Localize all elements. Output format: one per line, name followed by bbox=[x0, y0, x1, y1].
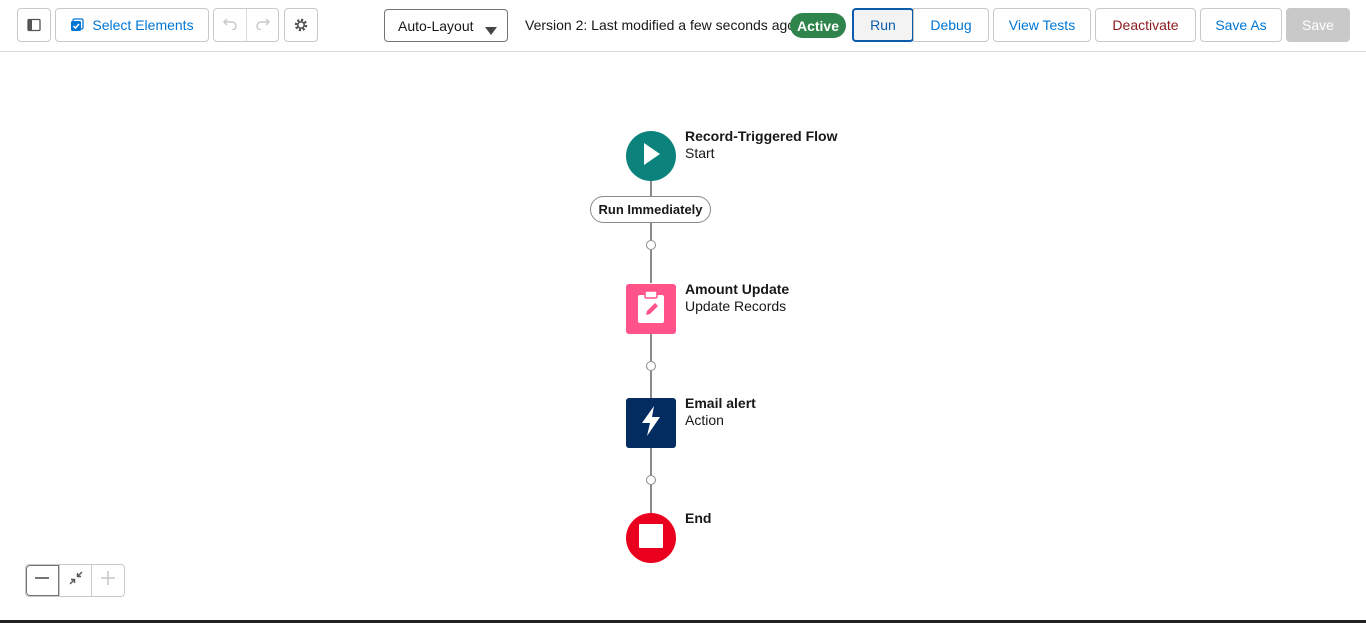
email-alert-subtitle: Action bbox=[685, 412, 724, 428]
version-status-text: Version 2: Last modified a few seconds a… bbox=[525, 17, 796, 33]
amount-update-label: Amount Update Update Records bbox=[685, 281, 789, 315]
amount-update-title: Amount Update bbox=[685, 281, 790, 297]
start-node-label: Record-Triggered Flow Start bbox=[685, 128, 837, 162]
chevron-down-icon bbox=[485, 22, 497, 38]
run-button[interactable]: Run bbox=[852, 8, 914, 42]
undo-icon bbox=[222, 16, 238, 35]
toggle-panel-button[interactable] bbox=[17, 8, 51, 42]
deactivate-button[interactable]: Deactivate bbox=[1095, 8, 1196, 42]
view-tests-button-label: View Tests bbox=[1008, 17, 1076, 33]
end-node-label: End bbox=[685, 510, 711, 527]
connector-line bbox=[650, 223, 652, 240]
start-node-title: Record-Triggered Flow bbox=[685, 128, 838, 144]
zoom-in-button[interactable] bbox=[91, 565, 124, 596]
play-icon bbox=[641, 142, 661, 171]
end-node-title: End bbox=[685, 510, 712, 526]
layout-select-value: Auto-Layout bbox=[398, 17, 474, 34]
clipboard-edit-icon bbox=[636, 289, 666, 329]
run-immediately-path-label[interactable]: Run Immediately bbox=[590, 196, 711, 223]
plus-icon bbox=[100, 570, 116, 591]
layout-select[interactable]: Auto-Layout bbox=[384, 9, 508, 42]
zoom-out-button[interactable] bbox=[26, 565, 59, 596]
add-element-node[interactable] bbox=[646, 475, 656, 485]
connector-line bbox=[650, 181, 652, 197]
select-elements-label: Select Elements bbox=[92, 17, 194, 33]
email-alert-label: Email alert Action bbox=[685, 395, 756, 429]
redo-icon bbox=[255, 16, 271, 35]
gear-icon bbox=[293, 17, 309, 33]
select-elements-button[interactable]: Select Elements bbox=[55, 8, 209, 42]
save-as-button[interactable]: Save As bbox=[1200, 8, 1282, 42]
save-button-label: Save bbox=[1302, 17, 1334, 33]
redo-button[interactable] bbox=[246, 9, 278, 41]
deactivate-button-label: Deactivate bbox=[1112, 17, 1179, 33]
settings-button[interactable] bbox=[284, 8, 318, 42]
connector-line bbox=[650, 485, 652, 513]
run-button-label: Run bbox=[870, 17, 896, 33]
email-alert-title: Email alert bbox=[685, 395, 756, 411]
end-node[interactable] bbox=[626, 513, 676, 563]
connector-line bbox=[650, 448, 652, 475]
add-element-node[interactable] bbox=[646, 361, 656, 371]
save-button[interactable]: Save bbox=[1286, 8, 1350, 42]
connector-line bbox=[650, 371, 652, 398]
amount-update-subtitle: Update Records bbox=[685, 298, 787, 314]
debug-button-label: Debug bbox=[930, 17, 972, 33]
minus-icon bbox=[34, 570, 50, 591]
amount-update-node[interactable] bbox=[626, 284, 676, 334]
connector-line bbox=[650, 334, 652, 361]
save-as-button-label: Save As bbox=[1215, 17, 1267, 33]
fit-to-view-icon bbox=[69, 571, 83, 590]
status-badge: Active bbox=[790, 13, 846, 38]
flow-canvas[interactable] bbox=[0, 53, 1366, 620]
zoom-controls bbox=[25, 564, 125, 597]
view-tests-button[interactable]: View Tests bbox=[993, 8, 1091, 42]
debug-button[interactable]: Debug bbox=[913, 8, 989, 42]
connector-line bbox=[650, 250, 652, 283]
flow-builder-toolbar: Select Elements Auto-Layout Version 2: L… bbox=[0, 0, 1366, 52]
email-alert-node[interactable] bbox=[626, 398, 676, 448]
lightning-icon bbox=[639, 405, 663, 442]
stop-icon bbox=[639, 523, 663, 553]
start-node[interactable] bbox=[626, 131, 676, 181]
undo-button[interactable] bbox=[214, 9, 246, 41]
fit-to-view-button[interactable] bbox=[58, 565, 92, 596]
panel-left-icon bbox=[27, 18, 41, 32]
add-element-node[interactable] bbox=[646, 240, 656, 250]
select-elements-icon bbox=[70, 18, 85, 32]
undo-redo-group bbox=[213, 8, 279, 42]
start-node-subtitle: Start bbox=[685, 145, 715, 161]
